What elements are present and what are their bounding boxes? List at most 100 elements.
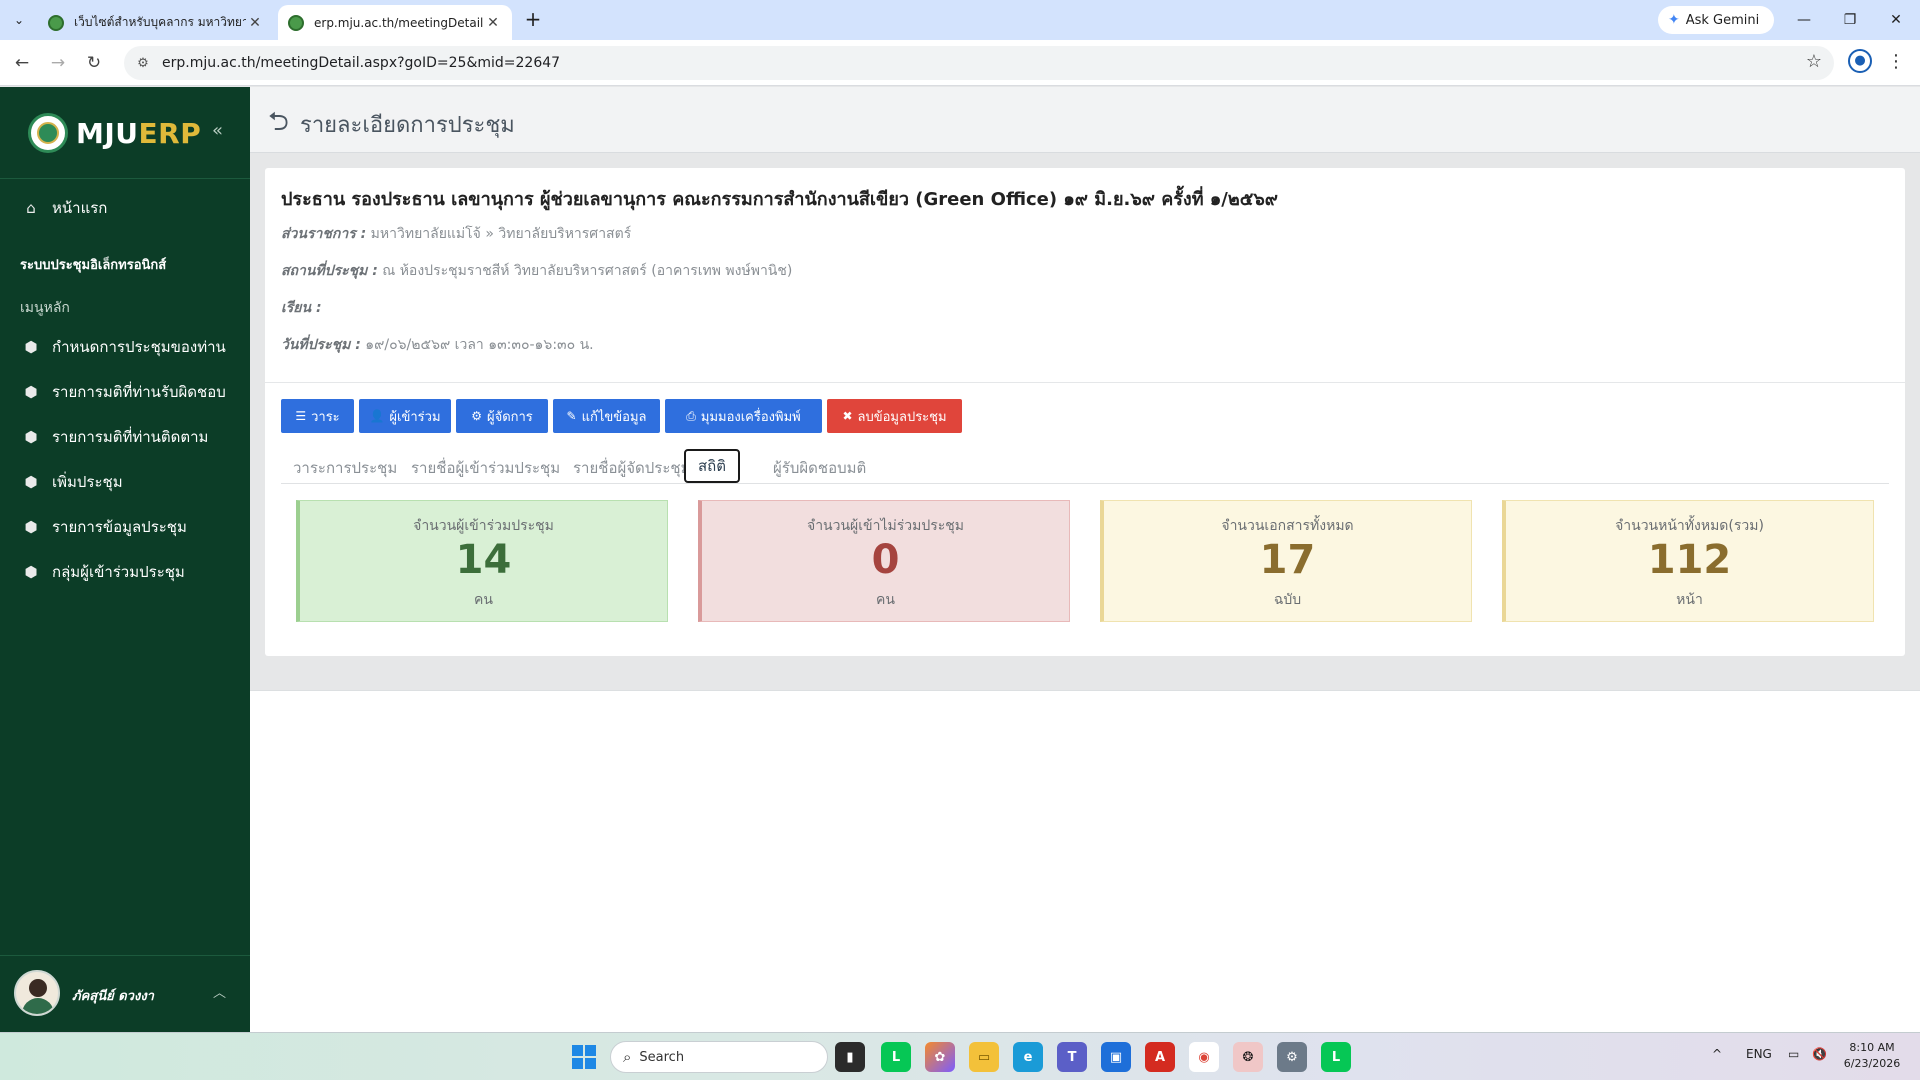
delete-meeting-button[interactable]: ✖ ลบข้อมูลประชุม (827, 399, 962, 433)
page-header: ⮌ รายละเอียดการประชุม (250, 87, 1920, 153)
printer-icon: ⎙ (686, 408, 696, 423)
page-title: รายละเอียดการประชุม (300, 113, 515, 138)
cube-icon: ⬢ (24, 473, 38, 491)
tab-title: เว็บไซต์สำหรับบุคลากร มหาวิทยาลัยแม่โจ้ (74, 15, 246, 29)
store-icon[interactable]: ▣ (1101, 1042, 1131, 1072)
url-text[interactable]: erp.mju.ac.th/meetingDetail.aspx?goID=25… (162, 55, 560, 71)
close-tab-icon[interactable]: ✕ (484, 15, 502, 31)
sidebar-item-my-resolutions[interactable]: ⬢ รายการมติที่ท่านรับผิดชอบ (0, 372, 250, 412)
sidebar-item-label: กำหนดการประชุมของท่าน (52, 338, 226, 356)
meeting-card: ประธาน รองประธาน เลขานุการ ผู้ช่วยเลขานุ… (265, 168, 1905, 656)
print-view-button[interactable]: ⎙ มุมมองเครื่องพิมพ์ (665, 399, 822, 433)
browser-menu-icon[interactable]: ⋮ (1886, 49, 1906, 75)
tab-search-button[interactable]: ⌄ (6, 8, 32, 32)
page-body-background (250, 690, 1920, 1032)
taskbar-search-label: Search (639, 1049, 685, 1065)
stat-value: 0 (871, 537, 900, 583)
stat-value: 14 (455, 537, 512, 583)
line-app-icon[interactable]: L (1321, 1042, 1351, 1072)
attention-row: เรียน : (281, 297, 322, 319)
attendees-button[interactable]: 👤 ผู้เข้าร่วม (359, 399, 451, 433)
sidebar-item-followed-resolutions[interactable]: ⬢ รายการมติที่ท่านติดตาม (0, 417, 250, 457)
attention-label: เรียน : (281, 300, 322, 316)
file-explorer-icon[interactable]: ▭ (969, 1042, 999, 1072)
sidebar-item-attendee-groups[interactable]: ⬢ กลุ่มผู้เข้าร่วมประชุม (0, 552, 250, 592)
copilot-icon[interactable]: ✿ (925, 1042, 955, 1072)
managers-button[interactable]: ⚙ ผู้จัดการ (456, 399, 548, 433)
minimize-icon[interactable]: — (1784, 6, 1824, 34)
site-info-icon[interactable]: ⚙ (128, 56, 158, 71)
taskbar: ⌕ Search ▮ L ✿ ▭ e T ▣ A ◉ ❂ ⚙ L ^ ENG ▭… (0, 1032, 1920, 1080)
chevron-up-icon[interactable]: ︿ (213, 982, 226, 1001)
network-icon[interactable]: ▭ (1788, 1047, 1799, 1061)
settings-icon[interactable]: ⚙ (1277, 1042, 1307, 1072)
search-icon: ⌕ (623, 1048, 632, 1066)
agency-value: มหาวิทยาลัยแม่โจ้ » วิทยาลัยบริหารศาสตร์ (370, 226, 632, 242)
brand-area: MJUERP « (0, 87, 250, 179)
gear-icon: ⚙ (471, 409, 482, 423)
profile-icon[interactable]: ● (1848, 49, 1872, 73)
sidebar-item-home[interactable]: ⌂ หน้าแรก (0, 188, 250, 228)
close-window-icon[interactable]: ✕ (1876, 6, 1916, 34)
stat-value: 112 (1647, 537, 1732, 583)
stat-unit: คน (474, 592, 493, 608)
stat-unit: คน (876, 592, 895, 608)
user-icon: 👤 (369, 409, 385, 423)
new-tab-button[interactable]: + (520, 8, 546, 32)
acrobat-icon[interactable]: A (1145, 1042, 1175, 1072)
sidebar-item-add-meeting[interactable]: ⬢ เพิ่มประชุม (0, 462, 250, 502)
teams-icon[interactable]: T (1057, 1042, 1087, 1072)
site-favicon-icon (48, 14, 64, 31)
forward-icon[interactable]: → (44, 49, 72, 77)
language-indicator[interactable]: ENG (1746, 1047, 1772, 1061)
back-arrow-icon[interactable]: ⮌ (268, 103, 289, 147)
address-bar[interactable]: ⚙ erp.mju.ac.th/meetingDetail.aspx?goID=… (124, 46, 1834, 80)
tab-attendees[interactable]: รายชื่อผู้เข้าร่วมประชุม (399, 452, 572, 484)
close-tab-icon[interactable]: ✕ (246, 15, 264, 31)
agency-label: ส่วนราชการ : (281, 226, 367, 242)
edit-button[interactable]: ✎ แก้ไขข้อมูล (553, 399, 660, 433)
sidebar-item-my-schedule[interactable]: ⬢ กำหนดการประชุมของท่าน (0, 327, 250, 367)
tab-organizers[interactable]: รายชื่อผู้จัดประชุม (561, 452, 702, 484)
task-view-icon[interactable]: ▮ (835, 1042, 865, 1072)
browser-tab[interactable]: เว็บไซต์สำหรับบุคลากร มหาวิทยาลัยแม่โจ้ … (38, 5, 274, 40)
browser-tab-active[interactable]: erp.mju.ac.th/meetingDetail.aspx ✕ (278, 5, 512, 40)
stat-absentees: จำนวนผู้เข้าไม่ร่วมประชุม 0 คน (698, 500, 1070, 622)
volume-muted-icon[interactable]: 🔇 (1812, 1047, 1827, 1061)
windows-start-icon[interactable] (572, 1045, 596, 1069)
user-panel[interactable]: ภัคสุนีย์ ดวงงา ︿ (0, 955, 250, 1032)
tab-statistics[interactable]: สถิติ (684, 449, 740, 483)
stat-pages: จำนวนหน้าทั้งหมด(รวม) 112 หน้า (1502, 500, 1874, 622)
tab-agenda[interactable]: วาระการประชุม (281, 452, 409, 484)
stat-attendees: จำนวนผู้เข้าร่วมประชุม 14 คน (296, 500, 668, 622)
agenda-button[interactable]: ☰ วาระ (281, 399, 354, 433)
line-app-icon[interactable]: L (881, 1042, 911, 1072)
stat-label: จำนวนผู้เข้าร่วมประชุม (413, 518, 554, 534)
user-name: ภัคสุนีย์ ดวงงา (72, 989, 154, 1004)
edge-icon[interactable]: e (1013, 1042, 1043, 1072)
tab-resolution-owners[interactable]: ผู้รับผิดชอบมติ (761, 452, 878, 484)
detail-tabs: วาระการประชุม รายชื่อผู้เข้าร่วมประชุม ร… (281, 448, 1889, 484)
close-icon: ✖ (842, 409, 853, 423)
restore-icon[interactable]: ❐ (1830, 6, 1870, 34)
clock[interactable]: 8:10 AM 6/23/2026 (1832, 1040, 1912, 1072)
taskbar-search[interactable]: ⌕ Search (610, 1041, 828, 1073)
cube-icon: ⬢ (24, 383, 38, 401)
ask-gemini-button[interactable]: ✦ Ask Gemini (1658, 6, 1774, 34)
site-favicon-icon (288, 14, 304, 31)
collapse-sidebar-icon[interactable]: « (212, 120, 223, 141)
sidebar-item-meeting-list[interactable]: ⬢ รายการข้อมูลประชุม (0, 507, 250, 547)
venue-row: สถานที่ประชุม : ณ ห้องประชุมราชสีห์ วิทย… (281, 260, 792, 282)
brand-logo[interactable]: MJUERP (76, 117, 201, 150)
back-icon[interactable]: ← (8, 49, 36, 77)
pencil-icon: ✎ (566, 409, 577, 423)
chevron-up-icon[interactable]: ^ (1712, 1047, 1722, 1061)
home-icon: ⌂ (26, 199, 36, 217)
date-row: วันที่ประชุม : ๑๙/๐๖/๒๕๖๙ เวลา ๑๓:๓๐-๑๖:… (281, 334, 594, 356)
chrome-icon[interactable]: ◉ (1189, 1042, 1219, 1072)
venue-value: ณ ห้องประชุมราชสีห์ วิทยาลัยบริหารศาสตร์… (382, 263, 793, 279)
stat-documents: จำนวนเอกสารทั้งหมด 17 ฉบับ (1100, 500, 1472, 622)
bookmark-star-icon[interactable]: ☆ (1806, 51, 1822, 72)
reload-icon[interactable]: ↻ (80, 49, 108, 77)
chatgpt-icon[interactable]: ❂ (1233, 1042, 1263, 1072)
